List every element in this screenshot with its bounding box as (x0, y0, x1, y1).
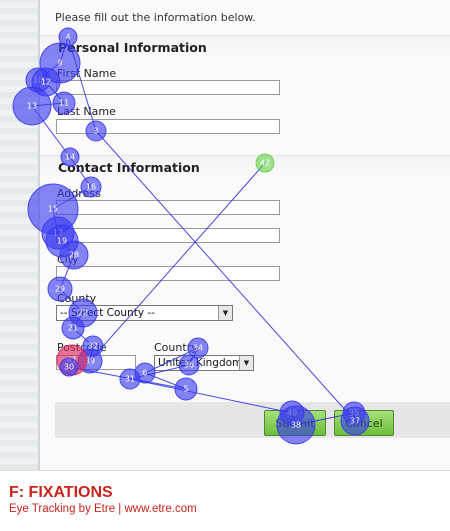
fixation-number: 30 (64, 363, 74, 372)
fixation-marker: 16 (80, 176, 102, 198)
fixation-number: 13 (27, 102, 37, 111)
fixation-number: 29 (55, 285, 65, 294)
fixation-number: 37 (350, 417, 360, 426)
fixation-number: 6 (142, 369, 147, 378)
fixation-number: 36 (184, 361, 194, 370)
fixation-number: 5 (183, 385, 188, 394)
overlay-subtitle: Eye Tracking by Etre | www.etre.com (9, 503, 197, 515)
fixation-marker: 29 (47, 276, 73, 302)
fixation-marker: 36 (178, 354, 200, 376)
fixation-marker: 42 (255, 153, 275, 173)
fixation-number: 3 (93, 127, 98, 136)
fixation-marker: 14 (60, 147, 80, 167)
fixation-marker: 3 (85, 120, 107, 142)
fixation-number: 42 (260, 159, 270, 168)
fixation-number: 9 (57, 59, 62, 68)
screenshot-stage: Please fill out the information below. P… (0, 0, 450, 531)
fixation-number: 38 (291, 421, 301, 430)
overlay-title: F: FIXATIONS (9, 484, 113, 501)
fixation-number: 22 (78, 309, 88, 318)
fixation-number: 16 (86, 183, 96, 192)
fixation-number: 28 (69, 251, 79, 260)
fixation-marker: 38 (276, 405, 316, 445)
fixation-number: 34 (193, 344, 203, 353)
fixation-marker: 30 (59, 357, 79, 377)
scanpath-segment (129, 378, 293, 414)
fixation-marker: 13 (12, 86, 52, 126)
fixation-number: 21 (68, 324, 78, 333)
fixation-marker: 5 (174, 377, 198, 401)
fixation-marker: 11 (52, 91, 76, 115)
fixation-marker: 31 (119, 368, 141, 390)
fixation-marker: 21 (61, 316, 85, 340)
fixation-number: 4 (65, 33, 70, 42)
fixation-number: 11 (59, 99, 69, 108)
fixation-number: 15 (48, 205, 58, 214)
fixation-number: 31 (125, 375, 135, 384)
fixation-markers: 4910121113314161517192829222132394130343… (12, 27, 370, 445)
fixation-overlay: 4910121113314161517192829222132394130343… (12, 27, 370, 445)
fixation-number: 12 (41, 78, 51, 87)
scanpath-segment (89, 162, 266, 362)
fixation-marker: 37 (340, 406, 370, 436)
fixation-number: 14 (65, 153, 75, 162)
fixation-marker: 28 (59, 240, 89, 270)
